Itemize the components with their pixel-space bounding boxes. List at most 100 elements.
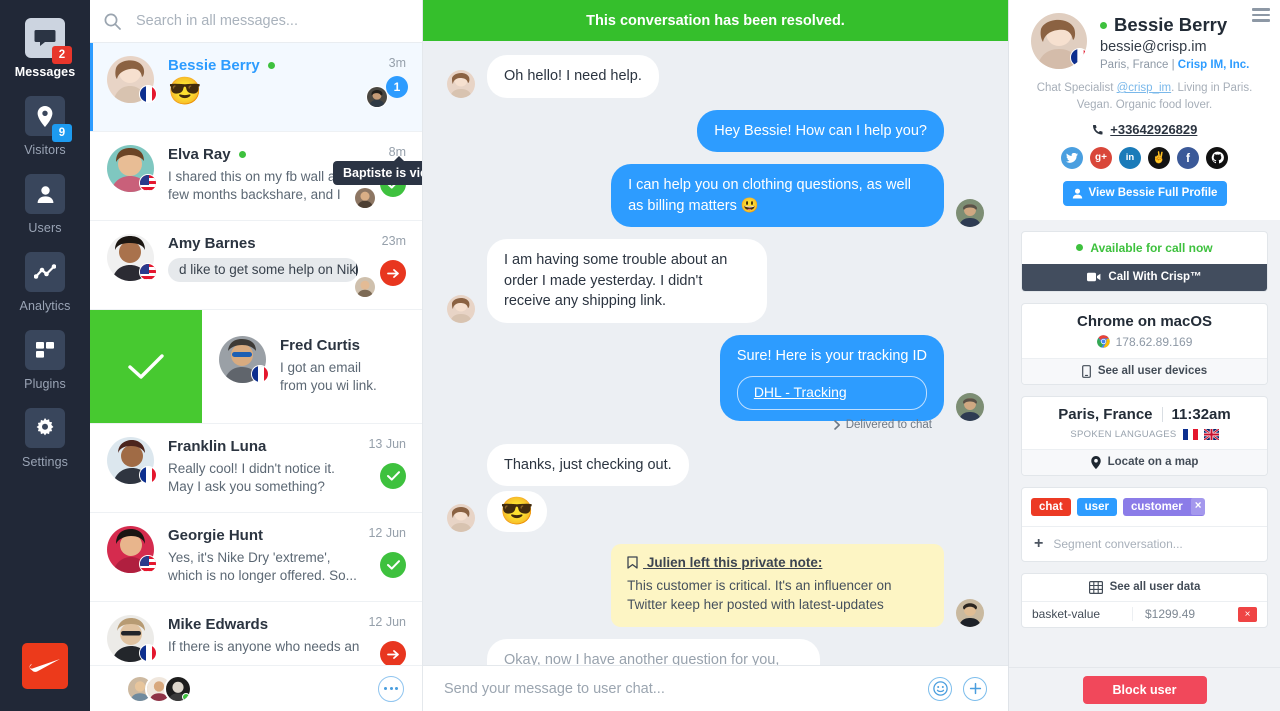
location-card: Paris, France 11:32am SPOKEN LANGUAGES L…	[1021, 395, 1268, 476]
bio-handle[interactable]: @crisp_im	[1117, 82, 1172, 94]
chart-line-icon	[25, 252, 65, 292]
location-info: Paris, France 11:32am SPOKEN LANGUAGES	[1022, 397, 1267, 449]
conversation-item-franklin-luna[interactable]: Franklin Luna Really cool! I didn't noti…	[90, 424, 422, 513]
composer-input[interactable]: Send your message to user chat...	[444, 681, 917, 697]
profile-company[interactable]: Crisp IM, Inc.	[1178, 59, 1250, 71]
dot	[389, 687, 393, 690]
sidebar-item-settings[interactable]: Settings	[0, 408, 90, 469]
sidebar-item-visitors[interactable]: 9 Visitors	[0, 96, 90, 157]
tag-label: customer	[1130, 500, 1183, 513]
availability-row: Available for call now	[1022, 232, 1267, 264]
facebook-icon[interactable]: f	[1177, 146, 1199, 169]
social-links: g+ in ✌ f	[1021, 146, 1268, 169]
twitter-icon[interactable]	[1061, 146, 1083, 169]
viewing-tooltip: Baptiste is viewing	[333, 156, 422, 185]
visitor-typing-preview: Okay, now I have another question for yo…	[487, 639, 820, 665]
conversation-item-bessie-berry[interactable]: Bessie Berry 😎 3m 1 Baptiste is viewing	[90, 43, 422, 185]
dot	[395, 687, 398, 690]
swipe-resolve-action[interactable]	[90, 310, 202, 423]
call-card: Available for call now Call With Crisp™	[1021, 230, 1268, 292]
tracking-link-button[interactable]: DHL - Tracking	[736, 375, 927, 410]
online-operators[interactable]	[126, 674, 192, 703]
sidebar-item-plugins[interactable]: Plugins	[0, 330, 90, 391]
mobile-icon	[1081, 364, 1091, 378]
emoji-picker-button[interactable]	[928, 676, 952, 701]
smiley-icon	[932, 681, 948, 696]
angellist-icon[interactable]: ✌	[1148, 146, 1170, 169]
search-icon	[104, 13, 121, 30]
bio-prefix: Chat Specialist	[1036, 82, 1117, 94]
conversation-item-amy-barnes[interactable]: Amy Barnes d like to get some help on Ni…	[90, 221, 422, 310]
conversation-preview: Really cool! I didn't notice it. May I a…	[168, 461, 335, 495]
profile-phone[interactable]: +33642926829	[1110, 122, 1197, 137]
conversation-name: Elva Ray	[168, 146, 231, 163]
linkedin-icon[interactable]: in	[1119, 146, 1141, 169]
sidebar-item-messages[interactable]: 2 Messages	[0, 18, 90, 79]
flag-fr	[139, 85, 157, 103]
tag-chat[interactable]: chat	[1031, 497, 1071, 516]
segments-card: chat user customer × + Segment conversati…	[1021, 486, 1268, 562]
message-bubble: I can help you on clothing questions, as…	[611, 164, 944, 228]
call-with-crisp-button[interactable]: Call With Crisp™	[1022, 263, 1267, 291]
segment-input[interactable]: Segment conversation...	[1053, 537, 1182, 551]
operators-footer	[90, 665, 422, 711]
plus-icon: +	[1034, 534, 1044, 552]
profile-phone-row[interactable]: +33642926829	[1021, 122, 1268, 137]
data-remove-button[interactable]: ×	[1238, 606, 1257, 622]
sidebar-label-analytics: Analytics	[19, 299, 71, 313]
view-full-profile-button[interactable]: View Bessie Full Profile	[1062, 180, 1227, 206]
avatar	[1031, 13, 1087, 69]
conversation-item-mike-edwards[interactable]: Mike Edwards If there is anyone who need…	[90, 602, 422, 665]
sidebar-item-users[interactable]: Users	[0, 174, 90, 235]
see-all-devices-button[interactable]: See all user devices	[1022, 357, 1267, 384]
attach-button[interactable]	[963, 676, 987, 701]
profile-email: bessie@crisp.im	[1100, 39, 1207, 55]
conversation-name: Fred Curtis	[280, 337, 361, 354]
flag-us	[139, 555, 157, 573]
conversation-preview: I shared this on my fb wall a few months…	[168, 169, 341, 206]
sidebar-label-messages: Messages	[14, 65, 76, 79]
map-pin-icon	[1090, 455, 1101, 469]
location-place: Paris, France	[1058, 405, 1153, 423]
message-row: Oh hello! I need help.	[447, 55, 984, 98]
flag-fr	[139, 644, 157, 662]
bar	[1252, 19, 1270, 22]
sidebar-item-analytics[interactable]: Analytics	[0, 252, 90, 313]
tag-user[interactable]: user	[1076, 497, 1117, 516]
conversation-item-fred-curtis[interactable]: Fred Curtis I got an email from you wi l…	[90, 310, 422, 424]
operator-avatar[interactable]	[164, 674, 192, 703]
google-plus-icon[interactable]: g+	[1090, 146, 1112, 169]
hamburger-icon[interactable]	[1252, 8, 1270, 25]
add-segment-row[interactable]: + Segment conversation...	[1022, 525, 1267, 561]
device-name: Chrome on macOS	[1076, 312, 1213, 330]
person-icon	[1072, 188, 1082, 198]
conversation-name: Bessie Berry	[168, 57, 260, 74]
message-composer[interactable]: Send your message to user chat...	[423, 665, 1008, 711]
conversation-item-georgie-hunt[interactable]: Georgie Hunt Yes, it's Nike Dry 'extreme…	[90, 513, 422, 602]
conversation-time: 23m	[381, 234, 406, 248]
tag-customer[interactable]: customer ×	[1122, 497, 1206, 516]
tag-remove-button[interactable]: ×	[1190, 498, 1206, 515]
search-input[interactable]: Search in all messages...	[136, 13, 298, 29]
conversation-preview: I got an email from you wi link. When do…	[280, 360, 377, 397]
profile-name-row: Bessie Berry	[1100, 14, 1249, 36]
device-ip: 178.62.89.169	[1115, 334, 1193, 349]
assignee-avatar	[354, 187, 376, 209]
visitors-badge: 9	[52, 124, 72, 142]
conversation-name: Mike Edwards	[168, 616, 269, 633]
nike-swoosh-logo[interactable]	[22, 643, 68, 689]
github-icon[interactable]	[1206, 146, 1228, 169]
sidebar-label-visitors: Visitors	[24, 143, 66, 157]
profile-header: Bessie Berry bessie@crisp.im Paris, Fran…	[1009, 0, 1280, 220]
block-user-button[interactable]: Block user	[1082, 675, 1207, 704]
locate-on-map-button[interactable]: Locate on a map	[1022, 448, 1267, 475]
see-all-user-data-button[interactable]: See all user data	[1022, 574, 1267, 601]
message-bubble: Hey Bessie! How can I help you?	[697, 109, 944, 153]
profile-name: Bessie Berry	[1114, 14, 1228, 35]
search-bar[interactable]: Search in all messages...	[90, 0, 422, 43]
availability-text: Available for call now	[1090, 240, 1213, 255]
conversation-scroll-area[interactable]: Bessie Berry 😎 3m 1 Baptiste is viewing	[90, 43, 422, 665]
spoken-languages-row: SPOKEN LANGUAGES	[1032, 428, 1257, 440]
more-options-button[interactable]	[378, 675, 404, 702]
table-row: basket-value $1299.49 ×	[1022, 600, 1267, 627]
